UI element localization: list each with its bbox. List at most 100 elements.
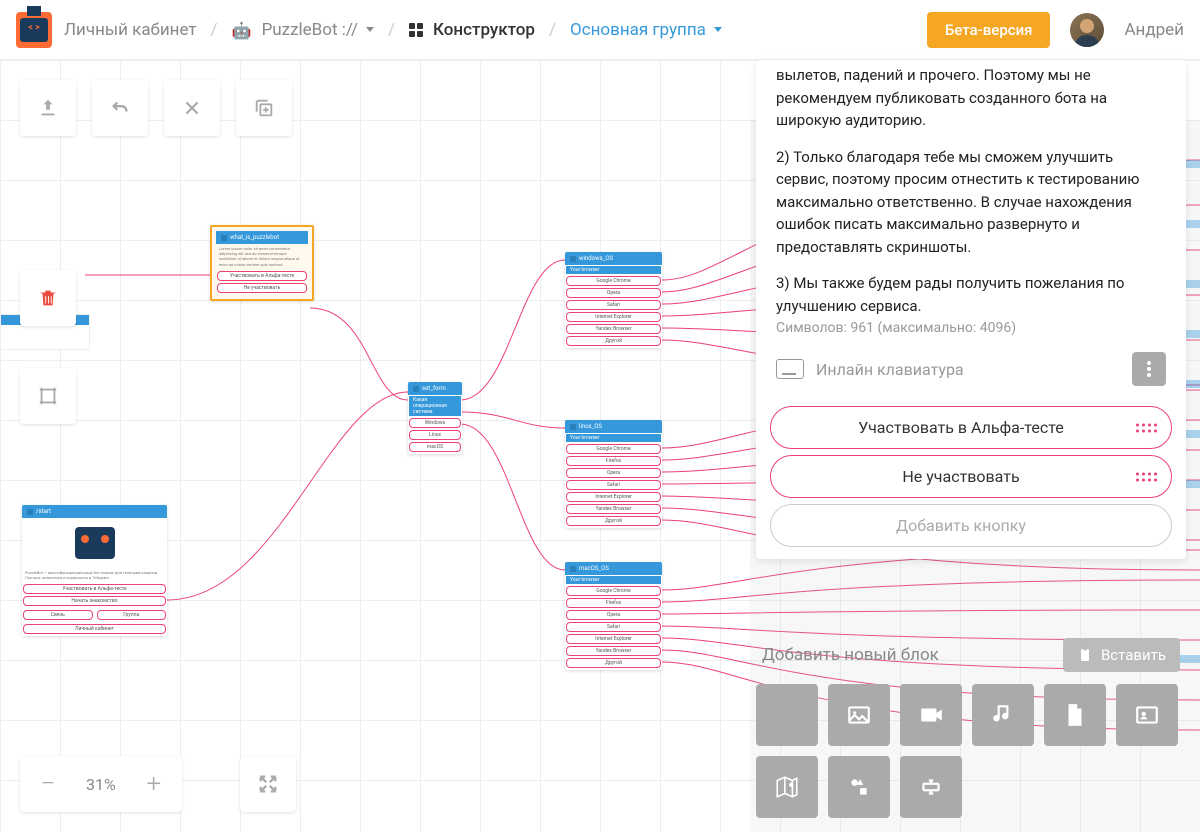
paste-button[interactable]: Вставить — [1063, 638, 1180, 672]
duplicate-button[interactable] — [236, 80, 292, 136]
node-button[interactable]: Личный кабинет — [23, 624, 166, 634]
node-linux-os[interactable]: linux_OS Your browser Google Chrome Fire… — [565, 420, 662, 528]
node-button[interactable]: Yandex Browser — [566, 646, 661, 656]
add-button[interactable]: Добавить кнопку — [770, 504, 1172, 547]
zoom-value: 31% — [76, 775, 126, 794]
node-button[interactable]: Firefox — [566, 456, 661, 466]
node-button[interactable]: Safari — [566, 480, 661, 490]
node-button[interactable]: macOS — [409, 442, 461, 452]
toolbar-top — [20, 80, 292, 136]
node-button[interactable]: Другой — [566, 336, 661, 346]
node-title: linux_OS — [579, 423, 602, 430]
node-title: windows_OS — [579, 255, 613, 262]
block-text-icon[interactable] — [756, 684, 818, 746]
inline-button-label: Не участвовать — [902, 467, 1019, 486]
breadcrumb-home[interactable]: Личный кабинет — [64, 20, 197, 40]
drag-handle-icon[interactable] — [1136, 472, 1157, 481]
node-button[interactable]: Группа — [97, 610, 167, 620]
grid-icon — [409, 23, 425, 37]
node-set-form[interactable]: set_form Какая операционная система Wind… — [408, 382, 462, 454]
node-button[interactable]: Google Chrome — [566, 276, 661, 286]
node-title: set_form — [422, 385, 446, 392]
add-button-label: Добавить кнопку — [896, 516, 1026, 535]
user-name: Андрей — [1124, 20, 1184, 40]
node-button[interactable]: Opera — [566, 468, 661, 478]
inline-button-label: Участвовать в Альфа-тесте — [858, 418, 1064, 437]
upload-button[interactable] — [20, 80, 76, 136]
chevron-down-icon — [714, 27, 722, 32]
editor-paragraph: вылетов, падений и прочего. Поэтому мы н… — [776, 64, 1166, 132]
block-type-grid — [756, 684, 1186, 818]
block-image-icon[interactable] — [828, 684, 890, 746]
node-title: /start — [36, 508, 51, 515]
node-button[interactable]: Начать знакомство — [23, 596, 166, 606]
breadcrumb-constructor-label: Конструктор — [433, 20, 535, 40]
node-text: PuzzleBot — многофункциональный бот-серв… — [22, 568, 167, 582]
inline-button-decline[interactable]: Не участвовать — [770, 455, 1172, 498]
node-button[interactable]: Участвовать в Альфа-тесте — [23, 584, 166, 594]
close-button[interactable] — [164, 80, 220, 136]
node-button[interactable]: Google Chrome — [566, 586, 661, 596]
node-button[interactable]: Opera — [566, 288, 661, 298]
node-button[interactable]: Yandex Browser — [566, 324, 661, 334]
block-audio-icon[interactable] — [972, 684, 1034, 746]
node-button[interactable]: Другой — [566, 516, 661, 526]
node-what-is-puzzlebot[interactable]: what_is_puzzlebot Lorem ipsum dolor sit … — [210, 225, 314, 301]
keyboard-label: Инлайн клавиатура — [816, 360, 1120, 379]
block-form-icon[interactable] — [900, 756, 962, 818]
delete-button[interactable] — [20, 270, 76, 326]
node-button[interactable]: Google Chrome — [566, 444, 661, 454]
beta-button[interactable]: Бета-версия — [927, 12, 1051, 48]
node-button[interactable]: Internet Explorer — [566, 312, 661, 322]
node-button[interactable]: Участвовать в Альфа-тесте — [217, 271, 307, 281]
node-button[interactable]: Opera — [566, 610, 661, 620]
node-button[interactable]: Internet Explorer — [566, 492, 661, 502]
inline-button-alpha[interactable]: Участвовать в Альфа-тесте — [770, 406, 1172, 449]
fit-screen-button[interactable] — [240, 756, 296, 812]
node-button[interactable]: Safari — [566, 622, 661, 632]
node-button[interactable]: Windows — [409, 418, 461, 428]
zoom-out-button[interactable]: − — [20, 756, 76, 812]
editor-textarea[interactable]: вылетов, падений и прочего. Поэтому мы н… — [756, 60, 1186, 320]
node-button[interactable]: Yandex Browser — [566, 504, 661, 514]
node-windows-os[interactable]: windows_OS Your browser Google Chrome Op… — [565, 252, 662, 348]
node-button[interactable]: Связь — [23, 610, 93, 620]
node-subheader: Your browser — [566, 576, 661, 584]
frame-button[interactable] — [20, 368, 76, 424]
breadcrumb-bot[interactable]: PuzzleBot :// — [232, 20, 374, 40]
editor-paragraph: 3) Мы также будем рады получить пожелани… — [776, 272, 1166, 317]
node-start[interactable]: /start PuzzleBot — многофункциональный б… — [22, 505, 167, 636]
node-subheader: Your browser — [566, 266, 661, 274]
keyboard-menu-button[interactable] — [1132, 352, 1166, 386]
editor-paragraph: 2) Только благодаря тебе мы сможем улучш… — [776, 146, 1166, 259]
chevron-down-icon — [366, 27, 374, 32]
node-image — [22, 518, 167, 568]
breadcrumb-bot-label: PuzzleBot :// — [262, 20, 358, 40]
editor-panel: вылетов, падений и прочего. Поэтому мы н… — [756, 60, 1186, 559]
node-macos-os[interactable]: macOS_OS Your browser Google Chrome Fire… — [565, 562, 662, 670]
block-location-icon[interactable] — [756, 756, 818, 818]
block-contact-icon[interactable] — [1116, 684, 1178, 746]
node-button[interactable]: Safari — [566, 300, 661, 310]
node-button[interactable]: Другой — [566, 658, 661, 668]
node-title: what_is_puzzlebot — [230, 234, 279, 241]
node-button[interactable]: Internet Explorer — [566, 634, 661, 644]
drag-handle-icon[interactable] — [1136, 423, 1157, 432]
bot-icon — [232, 21, 254, 39]
block-file-icon[interactable] — [1044, 684, 1106, 746]
zoom-in-button[interactable]: + — [126, 756, 182, 812]
breadcrumb-group[interactable]: Основная группа — [570, 20, 722, 40]
keyboard-row: Инлайн клавиатура — [756, 344, 1186, 400]
keyboard-icon — [776, 359, 804, 379]
undo-button[interactable] — [92, 80, 148, 136]
avatar[interactable] — [1070, 13, 1104, 47]
node-button[interactable]: Linux — [409, 430, 461, 440]
node-button[interactable]: Не участвовать — [217, 283, 307, 293]
char-counter: Символов: 961 (максимально: 4096) — [756, 320, 1186, 344]
add-block-title: Добавить новый блок — [762, 645, 939, 665]
breadcrumb-group-label: Основная группа — [570, 20, 706, 40]
breadcrumb-constructor[interactable]: Конструктор — [409, 20, 535, 40]
block-shapes-icon[interactable] — [828, 756, 890, 818]
node-button[interactable]: Firefox — [566, 598, 661, 608]
block-video-icon[interactable] — [900, 684, 962, 746]
